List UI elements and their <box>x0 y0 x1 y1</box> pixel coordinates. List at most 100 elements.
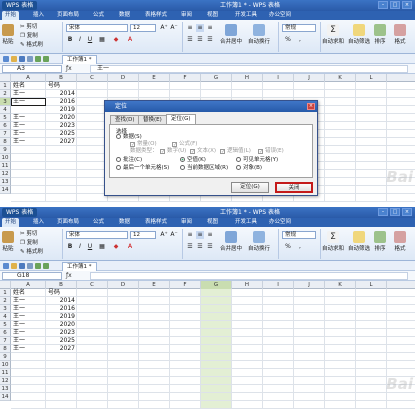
name-cell[interactable]: 王一 <box>13 122 25 130</box>
row-header[interactable]: 14 <box>0 186 11 194</box>
column-header[interactable]: B <box>46 74 77 82</box>
column-header[interactable]: K <box>325 74 356 82</box>
row-header[interactable]: 10 <box>0 361 11 369</box>
number-cell[interactable]: 2020 <box>46 114 75 122</box>
tab-home[interactable]: 开始 <box>2 218 20 227</box>
tab-page-layout[interactable]: 页面布局 <box>54 11 82 20</box>
option-data[interactable]: 数据(S) <box>116 134 142 141</box>
name-cell[interactable]: 王一 <box>13 329 25 337</box>
option-current-region[interactable]: 当前数据区域(R) <box>180 165 228 172</box>
formula-input[interactable] <box>90 272 408 280</box>
open-icon[interactable] <box>11 263 17 269</box>
column-header[interactable]: J <box>294 281 325 289</box>
align-center-icon[interactable]: ☰ <box>196 36 204 44</box>
maximize-button[interactable]: □ <box>390 1 400 9</box>
option-blank[interactable]: 空值(K) <box>180 157 206 164</box>
bold-button[interactable]: B <box>66 243 74 251</box>
row-header[interactable]: 8 <box>0 138 11 146</box>
tab-review[interactable]: 审阅 <box>178 11 195 20</box>
name-cell[interactable]: 王一 <box>13 345 25 353</box>
row-header[interactable]: 9 <box>0 146 11 154</box>
sort-button[interactable]: 排序 <box>374 231 386 252</box>
format-painter-button[interactable]: ✎ 格式刷 <box>20 41 43 49</box>
row-header[interactable]: 14 <box>0 393 11 401</box>
column-header[interactable]: H <box>232 74 263 82</box>
document-tab[interactable]: 工作簿1 * <box>62 55 97 64</box>
row-header[interactable]: 7 <box>0 130 11 138</box>
row-header[interactable]: 11 <box>0 369 11 377</box>
name-cell[interactable]: 王一 <box>13 305 25 313</box>
locate-button[interactable]: 定位(G) <box>231 182 269 193</box>
tab-view[interactable]: 视图 <box>204 11 221 20</box>
column-header[interactable]: C <box>77 74 108 82</box>
percent-button[interactable]: % <box>284 36 292 44</box>
column-header[interactable]: F <box>170 74 201 82</box>
row-header[interactable]: 2 <box>0 297 11 305</box>
number-cell[interactable]: 2016 <box>46 305 75 313</box>
row-header[interactable]: 3 <box>0 305 11 313</box>
shrink-font-button[interactable]: A⁻ <box>170 231 178 239</box>
tab-table-style[interactable]: 表格样式 <box>142 218 170 227</box>
copy-button[interactable]: ❐ 复制 <box>20 32 38 40</box>
align-left-icon[interactable]: ☰ <box>186 243 194 251</box>
tab-data[interactable]: 数据 <box>116 218 133 227</box>
column-header[interactable]: D <box>108 74 139 82</box>
close-button[interactable]: 关闭 <box>275 182 313 193</box>
fill-color-icon[interactable]: ◆ <box>112 243 120 251</box>
document-tab[interactable]: 工作簿1 * <box>62 262 97 271</box>
wrap-text-button[interactable]: 自动换行 <box>248 231 270 252</box>
tab-replace[interactable]: 替换(E) <box>138 115 167 124</box>
tab-page-layout[interactable]: 页面布局 <box>54 218 82 227</box>
row-header[interactable]: 6 <box>0 329 11 337</box>
underline-button[interactable]: U <box>86 243 94 251</box>
fx-icon[interactable]: ƒx <box>66 65 72 73</box>
tab-insert[interactable]: 插入 <box>30 218 47 227</box>
column-header[interactable]: L <box>356 74 387 82</box>
font-name-select[interactable]: 宋体 <box>66 231 128 239</box>
row-header[interactable]: 5 <box>0 114 11 122</box>
undo-icon[interactable] <box>35 56 41 62</box>
app-menu-button[interactable]: WPS 表格 <box>2 1 38 10</box>
autofilter-button[interactable]: 自动筛选 <box>348 24 370 45</box>
option-last-cell[interactable]: 最后一个单元格(S) <box>116 165 169 172</box>
grow-font-button[interactable]: A⁺ <box>160 231 168 239</box>
sort-button[interactable]: 排序 <box>374 24 386 45</box>
format-button[interactable]: 格式 <box>394 24 406 45</box>
cut-button[interactable]: ✂ 剪切 <box>20 230 37 238</box>
column-header[interactable]: J <box>294 74 325 82</box>
underline-button[interactable]: U <box>86 36 94 44</box>
format-painter-button[interactable]: ✎ 格式刷 <box>20 248 43 256</box>
row-header[interactable]: 8 <box>0 345 11 353</box>
tab-office-space[interactable]: 办公空间 <box>266 218 294 227</box>
tab-data[interactable]: 数据 <box>116 11 133 20</box>
column-header[interactable]: A <box>11 74 46 82</box>
number-cell[interactable]: 2019 <box>46 313 75 321</box>
tab-developer[interactable]: 开发工具 <box>232 11 260 20</box>
name-cell[interactable]: 王一 <box>13 114 25 122</box>
option-text[interactable]: ✓ 文本(X) <box>190 148 216 155</box>
app-menu-button[interactable]: WPS 表格 <box>2 208 38 217</box>
row-header[interactable]: 4 <box>0 313 11 321</box>
font-size-select[interactable]: 12 <box>130 24 156 32</box>
number-cell[interactable]: 2025 <box>46 337 75 345</box>
align-center-icon[interactable]: ☰ <box>196 243 204 251</box>
number-cell[interactable]: 2019 <box>46 106 75 114</box>
column-header[interactable]: E <box>139 281 170 289</box>
option-error[interactable]: ✓ 错误(E) <box>258 148 284 155</box>
number-cell[interactable]: 2027 <box>46 138 75 146</box>
name-box[interactable]: G18 <box>2 272 62 280</box>
row-header[interactable]: 13 <box>0 178 11 186</box>
column-header[interactable]: K <box>325 281 356 289</box>
option-logical[interactable]: ✓ 逻辑值(L) <box>220 148 251 155</box>
undo-icon[interactable] <box>35 263 41 269</box>
align-middle-icon[interactable]: ≡ <box>196 24 204 32</box>
option-comment[interactable]: 批注(C) <box>116 157 142 164</box>
redo-icon[interactable] <box>43 263 49 269</box>
new-file-icon[interactable] <box>3 56 9 62</box>
tab-formulas[interactable]: 公式 <box>90 218 107 227</box>
option-constant[interactable]: ✓ 常量(O) <box>130 141 157 148</box>
align-left-icon[interactable]: ☰ <box>186 36 194 44</box>
active-cell[interactable] <box>11 98 46 106</box>
print-icon[interactable] <box>27 56 33 62</box>
column-header[interactable]: I <box>263 281 294 289</box>
